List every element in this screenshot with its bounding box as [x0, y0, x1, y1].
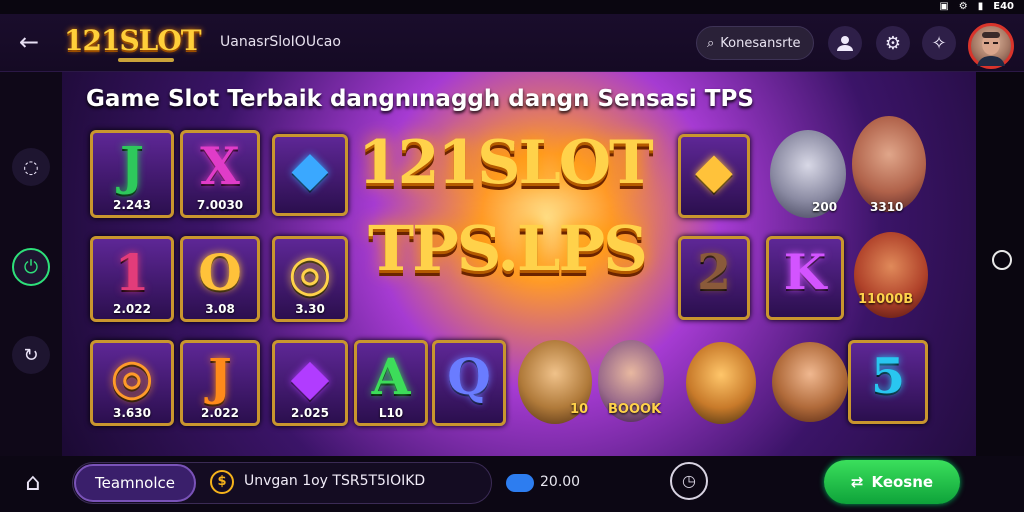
slot-tile[interactable]: J 2.243 [90, 130, 174, 218]
headline-brand: 121SLOT [358, 128, 654, 198]
tile-symbol: 1 [114, 243, 150, 302]
refresh-icon[interactable]: ↻ [12, 336, 50, 374]
tile-value: 3.630 [113, 406, 151, 420]
search-input[interactable]: ⌕ Konesansrte [696, 26, 814, 60]
brand-logo[interactable]: 121SLOT [64, 24, 202, 57]
slot-tile[interactable]: X 7.0030 [180, 130, 260, 218]
pill-button[interactable]: Teamnolce [74, 464, 196, 502]
banner-title: Game Slot Terbaik dangnınaggh dangn Sens… [86, 86, 754, 112]
tile-symbol: A [371, 347, 411, 406]
tile-symbol: X [200, 137, 240, 197]
slot-tile[interactable]: ◆ 2.025 [272, 340, 348, 426]
tile-symbol: ◆ [290, 347, 330, 406]
home-icon[interactable]: ⌂ [18, 468, 48, 498]
tile-value: 3.30 [295, 302, 325, 316]
slot-tile[interactable]: O 3.08 [180, 236, 260, 322]
slot-tile[interactable]: ◎ 3.630 [90, 340, 174, 426]
character-value: 11000B [858, 292, 914, 307]
tile-symbol: O [198, 243, 242, 302]
tile-value: 2.243 [113, 198, 151, 212]
search-icon: ⌕ [707, 35, 715, 51]
settings-icon: ⚙ [958, 1, 968, 12]
slot-tile[interactable]: 5 [848, 340, 928, 424]
promo-banner[interactable]: Game Slot Terbaik dangnınaggh dangn Sens… [62, 72, 976, 456]
circle-icon[interactable] [992, 250, 1012, 270]
app-window: ▣ ⚙ ▮ E40 ← 121SLOT UanasrSloIOUcao ⌕ Ko… [0, 0, 1024, 512]
tile-value: 2.025 [291, 406, 329, 420]
slot-tile[interactable]: 2 [678, 236, 750, 320]
tile-symbol: K [783, 243, 827, 301]
slot-tile[interactable]: ◎ 3.30 [272, 236, 348, 322]
back-arrow-icon[interactable]: ← [14, 28, 44, 58]
timer-icon[interactable]: ◷ [670, 462, 708, 500]
headline-subtitle: TPS.LPS [368, 212, 648, 285]
balance-value: 20.00 [540, 474, 581, 490]
chat-icon[interactable]: ◌ [12, 148, 50, 186]
right-sidebar [976, 72, 1024, 456]
tile-value: 2.022 [113, 302, 151, 316]
bottom-bar: ⌂ Teamnolce $ Unvgan 1oy TSR5T5IOIKD 20.… [0, 456, 1024, 512]
slot-tile[interactable]: ◆ [678, 134, 750, 218]
slot-tile[interactable]: A L10 [354, 340, 428, 426]
search-placeholder: Konesansrte [720, 35, 801, 51]
tile-value: 2.022 [201, 406, 239, 420]
tile-symbol: J [208, 347, 232, 406]
tile-symbol: ◆ [695, 141, 733, 199]
tile-value: 7.0030 [196, 198, 244, 212]
wallet-icon [506, 474, 534, 492]
character-value: 10 [570, 402, 589, 417]
slot-tile[interactable]: ◆ [272, 134, 348, 216]
logo-underline [118, 58, 174, 62]
tile-symbol: 5 [870, 347, 906, 405]
tile-symbol: ◎ [110, 347, 154, 406]
header: ← 121SLOT UanasrSloIOUcao ⌕ Konesansrte … [0, 14, 1024, 72]
site-url: UanasrSloIOUcao [220, 34, 341, 50]
character-value: 200 [812, 200, 838, 214]
character-value: BOOOK [608, 402, 662, 417]
left-sidebar: ◌ ⏻ ↻ [0, 72, 62, 456]
slot-tile[interactable]: Q [432, 340, 506, 426]
slot-tile[interactable]: 1 2.022 [90, 236, 174, 322]
warrior-character [852, 116, 926, 212]
tile-symbol: 2 [696, 243, 732, 301]
pill-text: Unvgan 1oy TSR5T5IOIKD [244, 473, 426, 489]
system-status-bar: ▣ ⚙ ▮ E40 [0, 0, 1024, 14]
go-button-label: Keosne [871, 473, 934, 491]
battery-icon: ▮ [977, 1, 984, 12]
power-icon[interactable]: ⏻ [12, 248, 50, 286]
slot-tile[interactable]: J 2.022 [180, 340, 260, 426]
signal-icon: ▣ [939, 1, 949, 12]
avatar[interactable] [968, 23, 1014, 69]
character-value: 3310 [870, 200, 904, 214]
tile-symbol: ◎ [288, 243, 332, 302]
swap-icon: ⇄ [850, 473, 864, 491]
tile-value: 3.08 [205, 302, 235, 316]
tile-symbol: J [119, 137, 145, 197]
beast-character [772, 342, 848, 422]
status-time: E40 [993, 1, 1014, 12]
tiger-character [686, 342, 756, 424]
tile-symbol: Q [447, 347, 491, 406]
user-icon[interactable] [828, 26, 862, 60]
tile-value: L10 [378, 406, 404, 420]
gear-icon[interactable]: ⚙ [876, 26, 910, 60]
slot-tile[interactable]: K [766, 236, 844, 320]
go-button[interactable]: ⇄ Keosne [824, 460, 960, 504]
tile-symbol: ◆ [291, 141, 329, 197]
game-controller-icon[interactable]: ✧ [922, 26, 956, 60]
coin-icon: $ [210, 470, 234, 494]
status-icons: ▣ ⚙ ▮ E40 [939, 1, 1014, 12]
